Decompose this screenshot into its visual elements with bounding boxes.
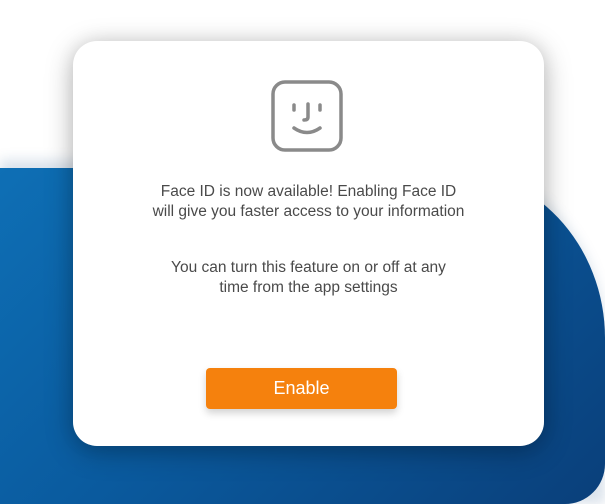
message-line: time from the app settings xyxy=(219,279,398,296)
message-line: Face ID is now available! Enabling Face … xyxy=(160,183,457,200)
settings-hint-message: You can turn this feature on or off at a… xyxy=(93,258,524,298)
message-line: You can turn this feature on or off at a… xyxy=(171,259,446,276)
face-id-icon xyxy=(271,80,343,152)
face-id-dialog: Face ID is now available! Enabling Face … xyxy=(73,41,544,446)
enable-button[interactable]: Enable xyxy=(206,368,397,409)
message-line: will give you faster access to your info… xyxy=(152,203,465,220)
screen: Face ID is now available! Enabling Face … xyxy=(0,0,605,504)
face-id-available-message: Face ID is now available! Enabling Face … xyxy=(93,182,524,222)
